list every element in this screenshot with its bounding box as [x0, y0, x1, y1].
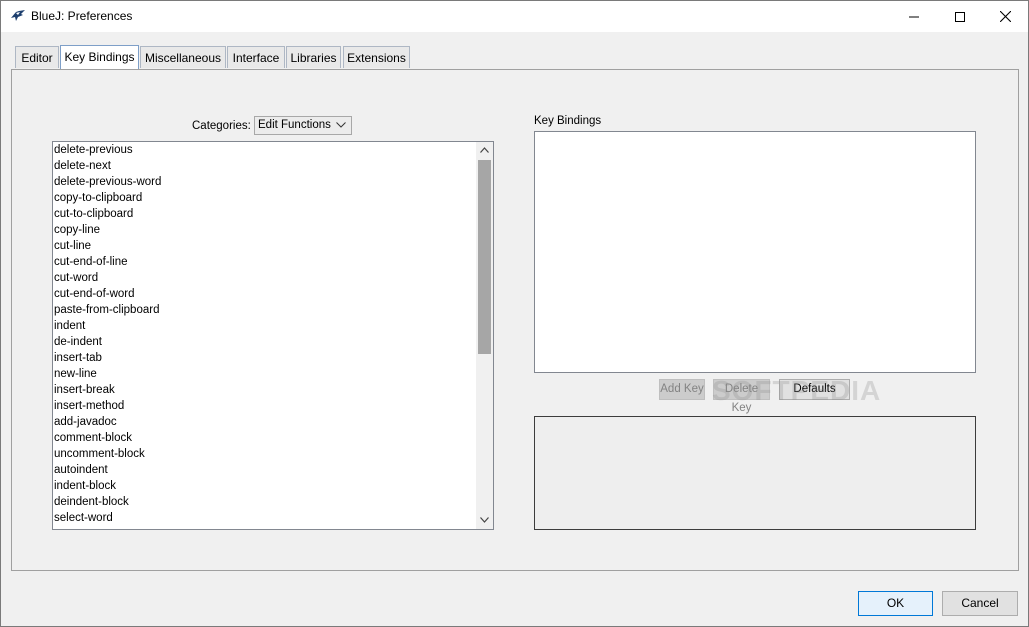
list-item[interactable]: add-javadoc: [54, 414, 117, 430]
list-item[interactable]: uncomment-block: [54, 446, 145, 462]
list-item[interactable]: copy-to-clipboard: [54, 190, 142, 206]
maximize-button[interactable]: [937, 1, 983, 32]
list-item[interactable]: comment-block: [54, 430, 132, 446]
list-item[interactable]: cut-end-of-word: [54, 286, 135, 302]
scroll-down-arrow-icon[interactable]: [480, 517, 489, 523]
tab-editor[interactable]: Editor: [15, 46, 59, 68]
key-bindings-list[interactable]: [534, 131, 976, 373]
tab-libraries[interactable]: Libraries: [286, 46, 341, 68]
chevron-down-icon: [336, 122, 346, 128]
list-item[interactable]: paste-from-clipboard: [54, 302, 159, 318]
add-key-button[interactable]: Add Key: [659, 379, 705, 400]
list-item[interactable]: cut-line: [54, 238, 91, 254]
list-item[interactable]: cut-end-of-line: [54, 254, 128, 270]
list-item[interactable]: indent-block: [54, 478, 116, 494]
categories-dropdown[interactable]: Edit Functions: [254, 116, 352, 135]
title-bar[interactable]: BlueJ: Preferences: [1, 1, 1028, 32]
functions-scrollbar[interactable]: [476, 142, 493, 529]
key-bindings-label: Key Bindings: [534, 115, 602, 127]
list-item[interactable]: new-line: [54, 366, 97, 382]
list-item[interactable]: cut-word: [54, 270, 98, 286]
list-item[interactable]: insert-method: [54, 398, 124, 414]
categories-label: Categories:: [192, 120, 251, 132]
list-item[interactable]: copy-line: [54, 222, 100, 238]
cancel-button[interactable]: Cancel: [942, 591, 1018, 616]
categories-selected-value: Edit Functions: [258, 119, 331, 131]
function-description-box: [534, 416, 976, 530]
maximize-icon: [955, 11, 965, 22]
scroll-thumb[interactable]: [478, 160, 491, 354]
tab-interface[interactable]: Interface: [227, 46, 285, 68]
list-item[interactable]: insert-break: [54, 382, 115, 398]
minimize-icon: [909, 16, 919, 17]
list-item[interactable]: delete-next: [54, 158, 111, 174]
ok-button[interactable]: OK: [858, 591, 933, 616]
delete-key-button[interactable]: Delete Key: [713, 379, 770, 414]
list-item[interactable]: cut-to-clipboard: [54, 206, 133, 222]
functions-list[interactable]: delete-previous delete-next delete-previ…: [52, 141, 494, 530]
list-item[interactable]: indent: [54, 318, 85, 334]
list-item[interactable]: autoindent: [54, 462, 108, 478]
window-title: BlueJ: Preferences: [31, 9, 133, 23]
close-button[interactable]: [982, 1, 1028, 32]
list-item[interactable]: delete-previous: [54, 142, 133, 158]
tab-key-bindings[interactable]: Key Bindings: [60, 45, 139, 69]
bluej-bird-icon: [11, 10, 25, 21]
scroll-up-arrow-icon[interactable]: [480, 147, 489, 153]
list-item[interactable]: select-word: [54, 510, 113, 526]
close-icon: [999, 11, 1011, 22]
defaults-button[interactable]: Defaults: [779, 379, 850, 400]
tab-miscellaneous[interactable]: Miscellaneous: [140, 46, 226, 68]
list-item[interactable]: insert-tab: [54, 350, 102, 366]
list-item[interactable]: delete-previous-word: [54, 174, 161, 190]
tab-extensions[interactable]: Extensions: [343, 46, 410, 68]
minimize-button[interactable]: [891, 1, 937, 32]
list-item[interactable]: deindent-block: [54, 494, 129, 510]
list-item[interactable]: de-indent: [54, 334, 102, 350]
